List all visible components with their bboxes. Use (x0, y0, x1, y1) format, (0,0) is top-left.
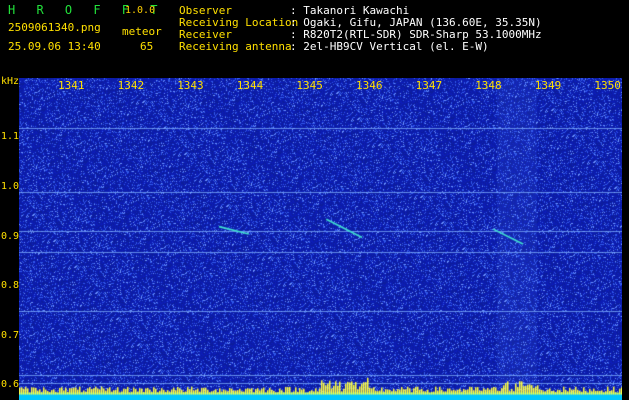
x-tick-label: 1349 (534, 79, 562, 92)
x-tick-label: 1341 (58, 79, 85, 92)
image-filename: 2509061340.png (8, 21, 101, 34)
y-tick-label: 0.9 (1, 230, 20, 242)
antenna-value: : 2el-HB9CV Vertical (el. E-W) (290, 40, 489, 53)
meteor-count-value: 65 (140, 40, 154, 53)
x-tick-label: 1350 (594, 79, 621, 92)
y-axis-unit: kHz (1, 76, 20, 87)
antenna-label: Receiving antenna (179, 40, 292, 53)
x-tick-label: 1342 (117, 79, 145, 92)
x-tick-label: 1345 (296, 79, 323, 92)
date-time: 25.09.06 13:40 (8, 40, 101, 53)
header-panel: H R O F F T 1.0.0 2509061340.png 25.09.0… (0, 0, 629, 76)
meteor-count-label: meteor (122, 25, 162, 38)
x-tick-label: 1346 (356, 79, 383, 92)
x-tick-label: 1343 (177, 79, 204, 92)
x-tick-label: 1347 (415, 79, 443, 92)
y-tick-label: 0.7 (1, 329, 20, 341)
x-tick-label: 1344 (236, 79, 264, 92)
spectrogram-canvas (19, 78, 622, 400)
y-tick-label: 1.0 (1, 180, 20, 192)
x-tick-label: 1348 (475, 79, 502, 92)
y-tick-label: 0.8 (1, 280, 20, 292)
right-margin (622, 76, 629, 400)
y-tick-label: 0.6 (1, 379, 20, 391)
y-tick-label: 1.1 (1, 131, 20, 143)
app-version: 1.0.0 (125, 5, 156, 16)
